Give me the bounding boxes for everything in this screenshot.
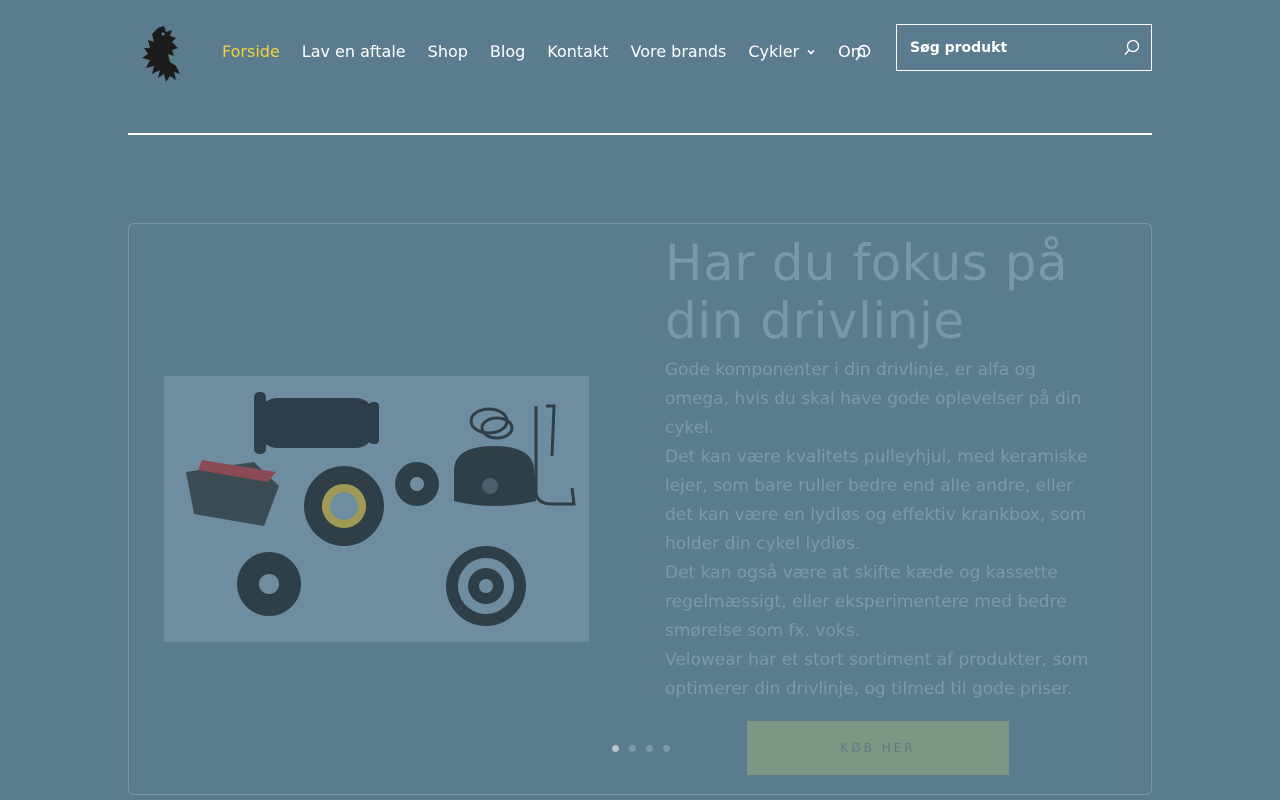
lion-rampant-icon: [142, 26, 180, 82]
page: Forside Lav en aftale Shop Blog Kontakt …: [0, 0, 1280, 800]
nav-item-forside[interactable]: Forside: [222, 42, 280, 61]
product-search: [896, 24, 1152, 71]
nav-item-shop[interactable]: Shop: [428, 42, 468, 61]
drivetrain-components-illustration: [186, 392, 576, 626]
slider-dot-2[interactable]: [629, 745, 636, 752]
slide-text: Har du fokus på din drivlinje Gode kompo…: [665, 234, 1105, 704]
nav-label: Shop: [427, 42, 468, 61]
nav-label: Lav en aftale: [301, 42, 406, 61]
slider-dot-4[interactable]: [663, 745, 670, 752]
header-divider: [128, 133, 1152, 135]
slide-paragraph: Det kan også være at skifte kæde og kass…: [665, 563, 1067, 641]
nav-label: Cykler: [748, 42, 800, 61]
nav-item-vore-brands[interactable]: Vore brands: [631, 42, 727, 61]
nav-item-kontakt[interactable]: Kontakt: [547, 42, 608, 61]
nav-label: Kontakt: [547, 42, 609, 61]
nav-label: Forside: [222, 42, 280, 61]
slide-paragraph: Det kan være kvalitets pulleyhjul, med k…: [665, 447, 1088, 554]
nav-item-cykler[interactable]: Cykler: [748, 42, 816, 61]
nav-label: Vore brands: [630, 42, 727, 61]
drivetrain-components-image: [164, 376, 589, 642]
slide-body: Gode komponenter i din drivlinje, er alf…: [665, 356, 1105, 704]
slide-paragraph: Velowear har et stort sortiment af produ…: [665, 650, 1089, 699]
buy-here-button[interactable]: KØB HER: [747, 721, 1009, 775]
slider-dot-1[interactable]: [612, 745, 619, 752]
product-search-input[interactable]: [897, 25, 1123, 70]
nav-search-button[interactable]: [854, 44, 872, 64]
nav-item-blog[interactable]: Blog: [490, 42, 525, 61]
search-icon[interactable]: [1123, 39, 1141, 57]
chevron-down-icon: [807, 49, 815, 55]
slider-dot-3[interactable]: [646, 745, 653, 752]
hero-slider: Har du fokus på din drivlinje Gode kompo…: [128, 223, 1152, 795]
slider-pagination: [612, 745, 680, 752]
search-icon: [855, 44, 871, 61]
site-header: Forside Lav en aftale Shop Blog Kontakt …: [128, 0, 1152, 134]
nav-item-lav-en-aftale[interactable]: Lav en aftale: [302, 42, 406, 61]
site-logo[interactable]: [136, 24, 186, 86]
nav-label: Blog: [489, 42, 526, 61]
slide-paragraph: Gode komponenter i din drivlinje, er alf…: [665, 360, 1082, 438]
main-nav: Forside Lav en aftale Shop Blog Kontakt …: [222, 42, 888, 61]
slide-title: Har du fokus på din drivlinje: [665, 234, 1069, 350]
